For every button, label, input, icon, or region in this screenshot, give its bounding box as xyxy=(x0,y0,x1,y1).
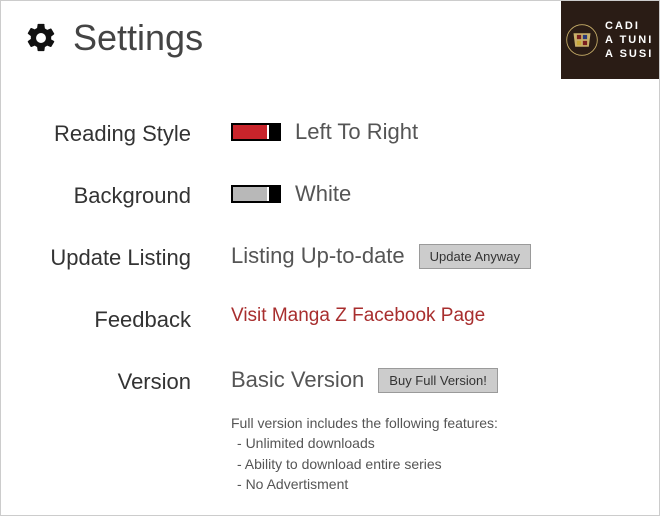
setting-label: Background xyxy=(31,181,231,209)
page-title: Settings xyxy=(73,17,203,59)
feature-item: Unlimited downloads xyxy=(237,433,629,453)
feature-item: Ability to download entire series xyxy=(237,454,629,474)
ad-line: A SUSI xyxy=(605,47,653,61)
full-version-features: Full version includes the following feat… xyxy=(231,413,629,494)
reading-style-value: Left To Right xyxy=(295,119,418,145)
background-toggle[interactable] xyxy=(231,185,281,203)
setting-label: Reading Style xyxy=(31,119,231,147)
setting-version: Version Basic Version Buy Full Version! … xyxy=(31,367,629,494)
background-value: White xyxy=(295,181,351,207)
settings-panel: Reading Style Left To Right Background W… xyxy=(1,59,659,494)
setting-update-listing: Update Listing Listing Up-to-date Update… xyxy=(31,243,629,271)
buy-full-version-button[interactable]: Buy Full Version! xyxy=(378,368,498,393)
reading-style-toggle[interactable] xyxy=(231,123,281,141)
setting-label: Update Listing xyxy=(31,243,231,271)
ad-text: CADI A TUNI A SUSI xyxy=(605,19,653,62)
setting-background: Background White xyxy=(31,181,629,209)
feature-item: No Advertisment xyxy=(237,474,629,494)
feedback-link[interactable]: Visit Manga Z Facebook Page xyxy=(231,305,485,327)
version-value: Basic Version xyxy=(231,367,364,393)
ad-line: A TUNI xyxy=(605,33,653,47)
features-heading: Full version includes the following feat… xyxy=(231,413,629,433)
listing-status: Listing Up-to-date xyxy=(231,243,405,269)
cadillac-logo-icon xyxy=(565,23,599,57)
setting-reading-style: Reading Style Left To Right xyxy=(31,119,629,147)
gear-icon xyxy=(23,20,59,56)
update-anyway-button[interactable]: Update Anyway xyxy=(419,244,531,269)
setting-feedback: Feedback Visit Manga Z Facebook Page xyxy=(31,305,629,333)
ad-banner[interactable]: CADI A TUNI A SUSI xyxy=(561,1,659,79)
setting-label: Version xyxy=(31,367,231,395)
ad-line: CADI xyxy=(605,19,653,33)
setting-label: Feedback xyxy=(31,305,231,333)
